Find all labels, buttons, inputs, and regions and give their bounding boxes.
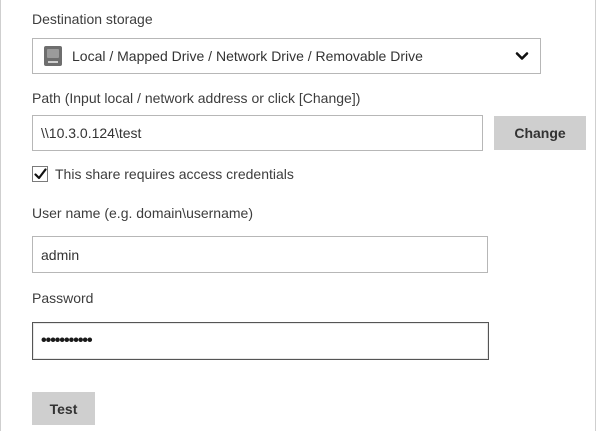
credentials-checkbox-label[interactable]: This share requires access credentials	[55, 166, 294, 182]
path-label: Path (Input local / network address or c…	[32, 90, 361, 106]
destination-storage-label: Destination storage	[32, 11, 153, 27]
password-masked-value: •••••••••••	[41, 332, 93, 349]
drive-icon	[44, 46, 62, 66]
username-input[interactable]: admin	[32, 236, 488, 273]
test-button[interactable]: Test	[32, 392, 95, 425]
destination-settings-panel: Destination storage Local / Mapped Drive…	[0, 0, 596, 431]
change-button[interactable]: Change	[494, 116, 586, 150]
password-input[interactable]: •••••••••••	[32, 322, 489, 360]
path-input[interactable]: \\10.3.0.124\test	[32, 115, 483, 151]
checkmark-icon	[34, 168, 47, 180]
chevron-down-icon	[515, 52, 529, 60]
destination-storage-select[interactable]: Local / Mapped Drive / Network Drive / R…	[32, 38, 541, 74]
username-label: User name (e.g. domain\username)	[32, 205, 253, 221]
password-label: Password	[32, 290, 94, 306]
credentials-checkbox[interactable]	[32, 166, 48, 182]
destination-storage-value: Local / Mapped Drive / Network Drive / R…	[72, 48, 423, 64]
